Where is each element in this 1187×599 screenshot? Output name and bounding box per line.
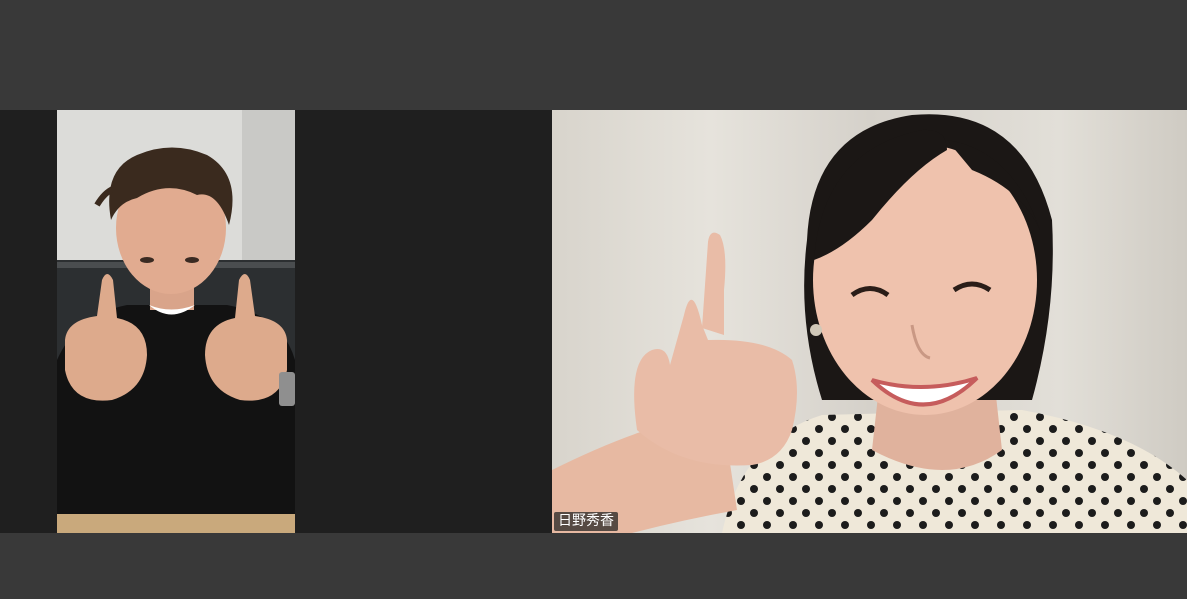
video-gallery: 日野秀香 — [0, 110, 1187, 533]
participant-video-tile-1[interactable] — [57, 110, 295, 533]
top-bar — [0, 0, 1187, 110]
participant-name-label: 日野秀香 — [554, 512, 618, 531]
bottom-bar — [0, 533, 1187, 599]
participant-2-video-feed — [552, 110, 1187, 533]
participant-1-video-feed — [57, 110, 295, 533]
participant-video-tile-2[interactable]: 日野秀香 — [552, 110, 1187, 533]
